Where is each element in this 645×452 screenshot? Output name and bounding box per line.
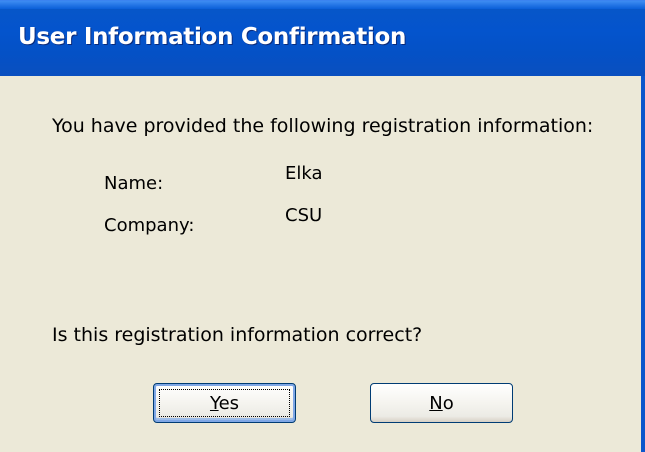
no-button[interactable]: No — [370, 383, 513, 423]
yes-mnemonic: Y — [209, 392, 219, 414]
yes-label-rest: es — [218, 392, 240, 414]
window-title: User Information Confirmation — [18, 24, 407, 50]
name-value: Elka — [285, 163, 323, 184]
title-bar[interactable]: User Information Confirmation — [0, 0, 645, 76]
yes-button[interactable]: Yes — [153, 383, 296, 423]
name-label: Name: — [104, 173, 164, 194]
confirmation-question: Is this registration information correct… — [52, 324, 423, 346]
registration-prompt: You have provided the following registra… — [52, 115, 594, 137]
company-value: CSU — [285, 205, 323, 226]
confirmation-dialog: User Information Confirmation You have p… — [0, 0, 645, 452]
title-bar-highlight — [0, 1, 645, 9]
no-button-label: No — [429, 393, 453, 414]
window-frame-right — [641, 76, 645, 452]
yes-button-label: Yes — [210, 393, 239, 414]
no-label-rest: o — [442, 392, 454, 414]
no-mnemonic: N — [429, 392, 443, 414]
company-label: Company: — [104, 215, 195, 236]
